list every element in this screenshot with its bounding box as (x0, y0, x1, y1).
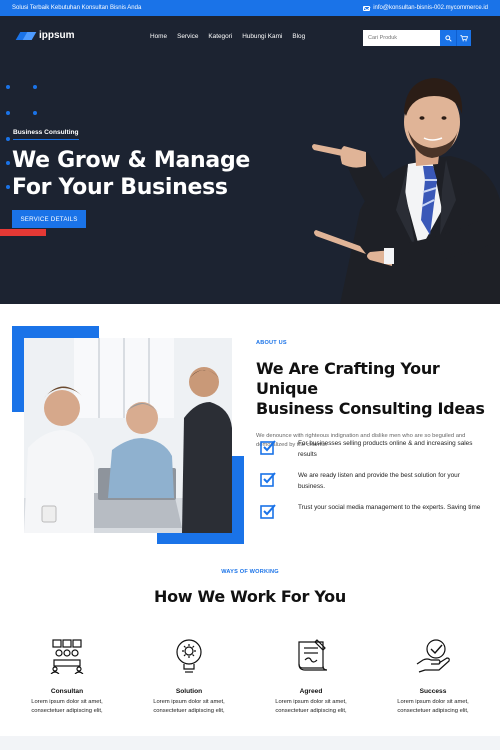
step-title: Agreed (299, 688, 323, 695)
search-bar (363, 30, 471, 46)
meeting-icon (50, 639, 84, 675)
about-title-line2: Business Consulting Ideas (256, 399, 485, 418)
feature-text: Trust your social media management to th… (298, 504, 481, 511)
top-bar-tagline: Solusi Terbaik Kebutuhan Konsultan Bisni… (12, 5, 142, 11)
step-description-line2: consectetuer adipiscing elit, (275, 707, 347, 714)
about-image-block (12, 326, 244, 544)
feature-item: For businesses selling products online &… (256, 439, 488, 460)
search-input[interactable] (363, 30, 440, 46)
step-description: Lorem ipsum dolor sit amet, consectetuer… (12, 698, 122, 715)
about-eyebrow: ABOUT US (256, 340, 287, 346)
lightbulb-gear-icon (176, 639, 202, 673)
step-description-line1: Lorem ipsum dolor sit amet, (275, 699, 347, 705)
step-solution: Solution Lorem ipsum dolor sit amet, con… (134, 638, 244, 715)
nav-item-home[interactable]: Home (150, 33, 167, 40)
step-description: Lorem ipsum dolor sit amet, consectetuer… (378, 698, 488, 715)
step-description-line2: consectetuer adipiscing elit, (153, 707, 225, 714)
hero-businessman-image (312, 78, 500, 304)
feature-item: We are ready listen and provide the best… (256, 471, 488, 492)
ways-title: How We Work For You (154, 587, 346, 606)
step-success: Success Lorem ipsum dolor sit amet, cons… (378, 638, 488, 715)
hero-headline-line2: For Your Business (12, 175, 228, 200)
step-description-line1: Lorem ipsum dolor sit amet, (397, 699, 469, 705)
step-description: Lorem ipsum dolor sit amet, consectetuer… (256, 698, 366, 715)
service-details-button[interactable]: SERVICE DETAILS (12, 210, 86, 228)
feature-text: For businesses selling products online &… (298, 440, 473, 458)
nav-item-blog[interactable]: Blog (292, 33, 305, 40)
cart-icon (460, 34, 468, 41)
footer-strip (0, 736, 500, 750)
about-title: We Are Crafting Your Unique Business Con… (256, 359, 488, 419)
checkbox-check-icon (260, 440, 276, 455)
decorative-red-bar (0, 229, 46, 236)
about-title-line1: We Are Crafting Your Unique (256, 359, 440, 398)
step-title: Success (419, 688, 447, 695)
hero-headline-line1: We Grow & Manage (12, 148, 251, 173)
feature-text: We are ready listen and provide the best… (298, 472, 460, 490)
hero-section: ippsum Home Service Kategori Hubungi Kam… (0, 16, 500, 304)
envelope-icon (363, 5, 371, 11)
search-icon (444, 34, 452, 42)
cart-button[interactable] (456, 30, 471, 46)
feature-item: Trust your social media management to th… (256, 503, 488, 519)
nav-item-hubungi-kami[interactable]: Hubungi Kami (242, 33, 282, 40)
checkbox-check-icon (260, 504, 276, 519)
navbar: ippsum Home Service Kategori Hubungi Kam… (0, 16, 500, 60)
search-button[interactable] (440, 30, 456, 46)
team-meeting-photo (24, 338, 232, 533)
step-description: Lorem ipsum dolor sit amet, consectetuer… (134, 698, 244, 715)
step-description-line1: Lorem ipsum dolor sit amet, (153, 699, 225, 705)
email-text[interactable]: info@konsultan-bisnis-002.mycommerce.id (373, 5, 488, 11)
hero-tagline: Business Consulting (13, 129, 79, 140)
top-bar: Solusi Terbaik Kebutuhan Konsultan Bisni… (0, 0, 500, 16)
step-title: Consultan (50, 688, 84, 695)
contract-icon (298, 639, 328, 671)
step-title: Solution (175, 688, 203, 695)
nav-item-kategori[interactable]: Kategori (208, 33, 232, 40)
top-bar-email[interactable]: info@konsultan-bisnis-002.mycommerce.id (363, 5, 488, 11)
main-menu: Home Service Kategori Hubungi Kami Blog (150, 33, 305, 40)
nav-item-service[interactable]: Service (177, 33, 198, 40)
step-description-line1: Lorem ipsum dolor sit amet, (31, 699, 103, 705)
step-consultan: Consultan Lorem ipsum dolor sit amet, co… (12, 638, 122, 715)
step-agreed: Agreed Lorem ipsum dolor sit amet, conse… (256, 638, 366, 715)
brand-logo[interactable]: ippsum (18, 30, 75, 41)
logo-icon (18, 32, 34, 40)
brand-name[interactable]: ippsum (39, 30, 75, 41)
ways-eyebrow: WAYS OF WORKING (221, 569, 279, 575)
about-content: ABOUT US We Are Crafting Your Unique Bus… (256, 340, 488, 450)
hero-headline: We Grow & Manage For Your Business (12, 147, 250, 201)
checkbox-check-icon (260, 472, 276, 487)
step-description-line2: consectetuer adipiscing elit, (31, 707, 103, 714)
hand-check-icon (416, 639, 450, 673)
step-description-line2: consectetuer adipiscing elit, (397, 707, 469, 714)
